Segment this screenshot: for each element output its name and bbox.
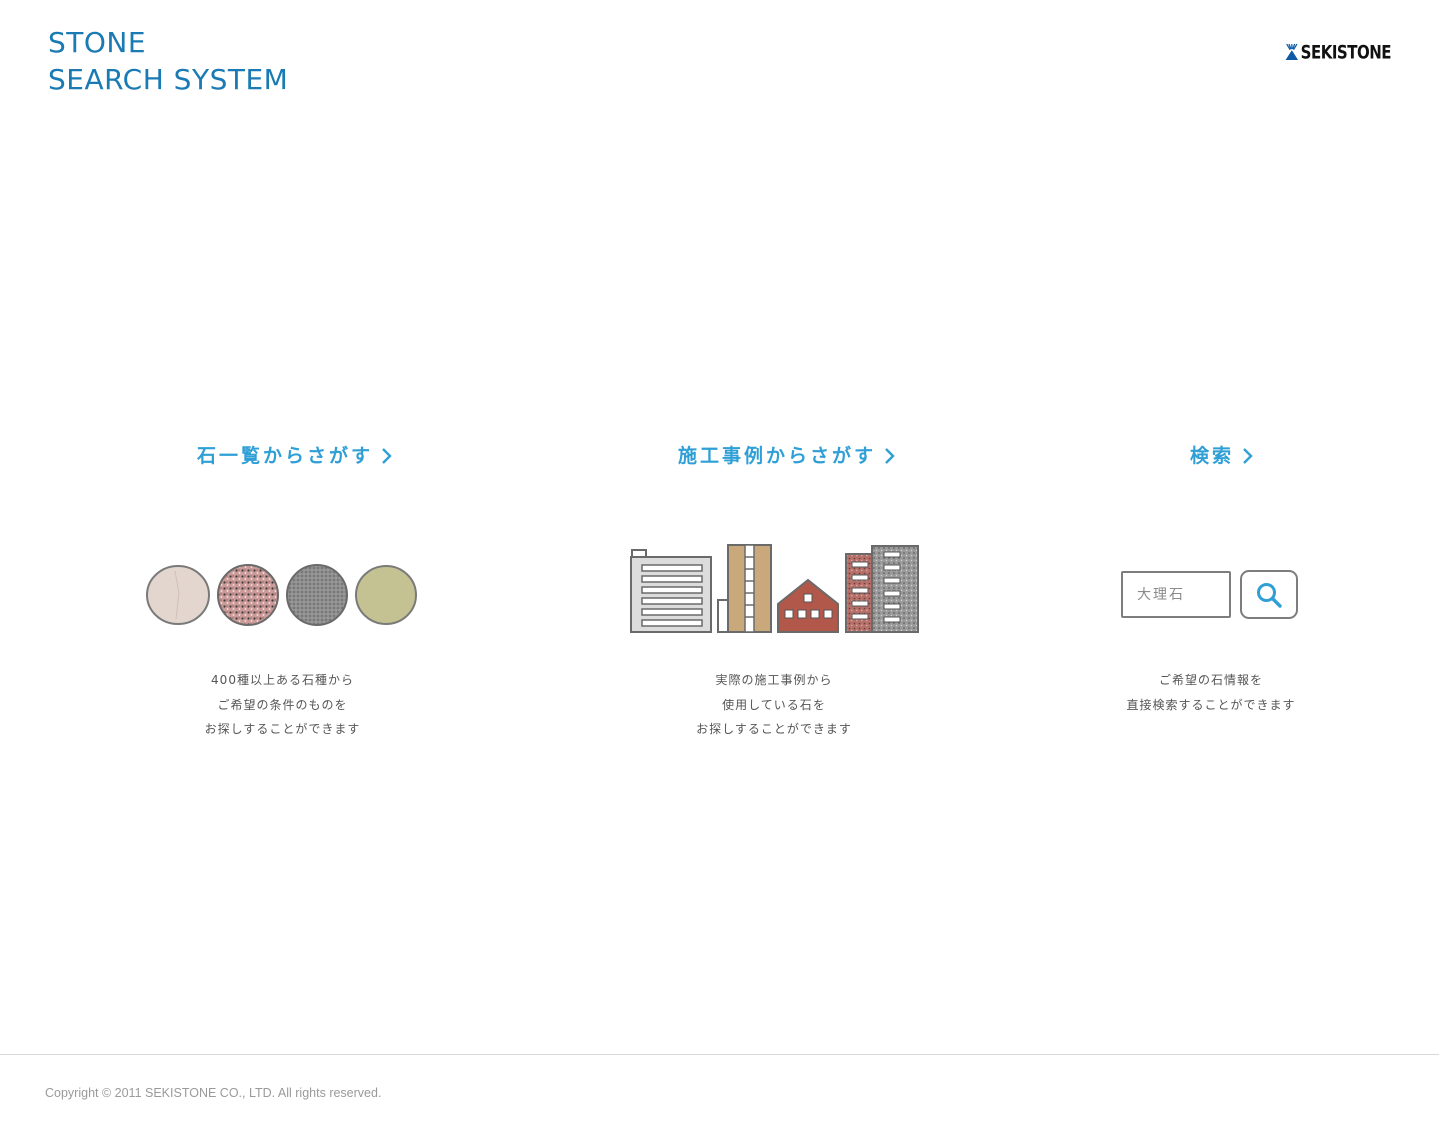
building-office (630, 549, 712, 633)
hourglass-icon (1285, 43, 1299, 60)
desc-line: ご希望の石情報を (1158, 673, 1263, 687)
search-link-label: 検索 (1190, 445, 1235, 467)
desc-line: 400種以上ある石種から (211, 673, 354, 687)
building-apartments (845, 545, 919, 633)
stone-sample-marble (146, 565, 210, 625)
search-button[interactable] (1240, 570, 1298, 619)
construction-cases-link-label: 施工事例からさがす (678, 445, 877, 467)
construction-cases-description: 実際の施工事例から 使用している石を お探しすることができます (622, 668, 926, 742)
search-link[interactable]: 検索 (1190, 440, 1253, 472)
desc-line: お探しすることができます (696, 722, 852, 736)
desc-line: ご希望の条件のものを (217, 697, 348, 712)
stone-sample-grey (286, 564, 348, 626)
stone-list-link-label: 石一覧からさがす (197, 445, 374, 467)
construction-cases-link[interactable]: 施工事例からさがす (678, 440, 895, 472)
site-title-line1: STONE (48, 26, 147, 59)
site-title-line2: SEARCH SYSTEM (48, 63, 289, 96)
building-tower (717, 544, 772, 633)
desc-line: お探しすることができます (204, 722, 361, 736)
sekistone-logo[interactable]: SEKISTONE (1285, 36, 1392, 68)
desc-line: 実際の施工事例から (715, 673, 833, 687)
search-description: ご希望の石情報を 直接検索することができます (1118, 668, 1304, 717)
search-box (1121, 570, 1298, 619)
copyright-text: Copyright © 2011 SEKISTONE CO., LTD. All… (45, 1086, 382, 1100)
magnifier-icon (1257, 582, 1282, 608)
desc-line: 使用している石を (722, 697, 826, 712)
search-input[interactable] (1121, 571, 1231, 618)
chevron-right-icon (885, 448, 895, 464)
stone-list-description: 400種以上ある石種から ご希望の条件のものを お探しすることができます (145, 668, 420, 742)
logo-wordmark: SEKISTONE (1300, 40, 1392, 64)
site-title[interactable]: STONE SEARCH SYSTEM (48, 24, 288, 98)
stone-list-link[interactable]: 石一覧からさがす (197, 440, 392, 472)
chevron-right-icon (382, 448, 392, 464)
buildings-illustration[interactable] (628, 542, 920, 634)
footer-divider (0, 1054, 1439, 1055)
chevron-right-icon (1243, 448, 1253, 464)
stone-samples-illustration[interactable] (145, 563, 420, 627)
stone-sample-granite (217, 564, 279, 626)
stone-sample-green (355, 565, 417, 625)
desc-line: 直接検索することができます (1126, 697, 1296, 712)
building-house (777, 578, 839, 633)
